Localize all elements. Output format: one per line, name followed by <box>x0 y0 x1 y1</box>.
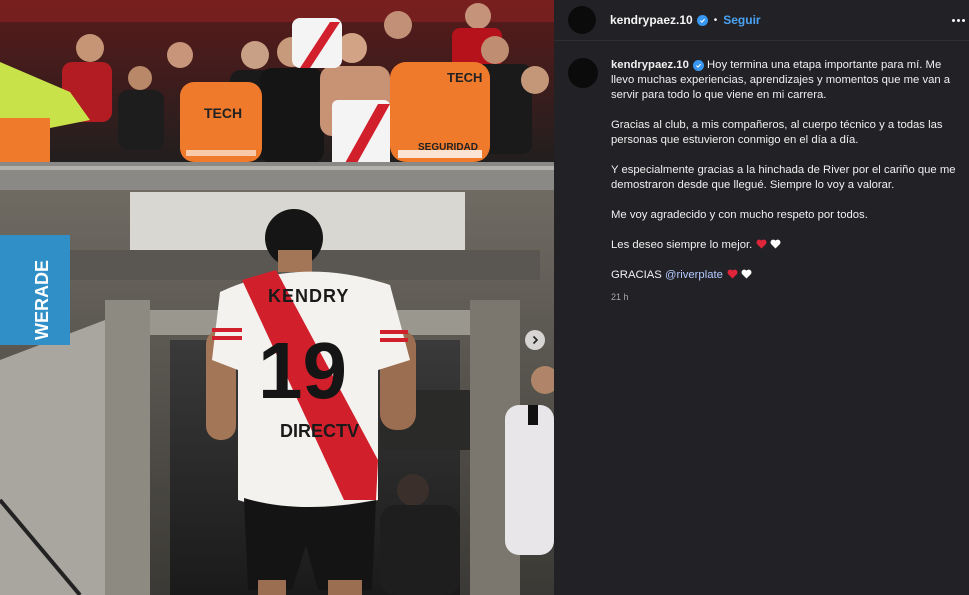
post-details-panel: kendrypaez.10 • Seguir kendrypaez.10 Hoy… <box>554 0 969 595</box>
chevron-right-icon <box>532 335 539 345</box>
vest-text-2: TECH <box>447 70 482 85</box>
vest-text-3: SEGURIDAD <box>418 142 478 153</box>
caption-comment: kendrypaez.10 Hoy termina una etapa impo… <box>568 58 963 305</box>
jersey-name: KENDRY <box>268 286 349 306</box>
caption-paragraph-2: Gracias al club, a mis compañeros, al cu… <box>611 119 943 146</box>
avatar[interactable] <box>568 6 596 34</box>
vest-text-1: TECH <box>204 105 242 121</box>
header-divider <box>554 40 969 41</box>
caption-text: kendrypaez.10 Hoy termina una etapa impo… <box>611 58 957 305</box>
next-photo-button[interactable] <box>525 330 545 350</box>
side-banner-text: WERADE <box>32 260 52 340</box>
caption-paragraph-3: Y especialmente gracias a la hinchada de… <box>611 164 956 191</box>
photo-scene: TECH TECH SEGURIDAD WERADE KENDRY 19 DIR… <box>0 0 554 595</box>
verified-badge-icon <box>696 14 708 26</box>
caption-paragraph-5: Les deseo siempre lo mejor. <box>611 239 753 251</box>
red-heart-icon <box>756 239 767 249</box>
verified-badge-icon <box>692 60 704 71</box>
separator-dot: • <box>713 14 718 26</box>
more-options-icon[interactable] <box>949 10 967 30</box>
jersey-number: 19 <box>258 326 347 415</box>
follow-button[interactable]: Seguir <box>723 13 760 27</box>
caption-paragraph-6: GRACIAS <box>611 269 662 281</box>
caption-paragraph-4: Me voy agradecido y con mucho respeto po… <box>611 209 868 221</box>
jersey-sponsor: DIRECTV <box>280 421 359 441</box>
caption-username[interactable]: kendrypaez.10 <box>611 59 689 71</box>
white-heart-icon <box>770 239 781 249</box>
white-heart-icon <box>741 269 752 279</box>
post-timestamp[interactable]: 21 h <box>611 290 957 305</box>
post-header: kendrypaez.10 • Seguir <box>554 0 969 40</box>
caption-avatar[interactable] <box>568 58 598 88</box>
post-photo[interactable]: TECH TECH SEGURIDAD WERADE KENDRY 19 DIR… <box>0 0 554 595</box>
mention-link[interactable]: @riverplate <box>665 269 723 281</box>
header-username[interactable]: kendrypaez.10 <box>610 13 693 27</box>
red-heart-icon <box>727 269 738 279</box>
